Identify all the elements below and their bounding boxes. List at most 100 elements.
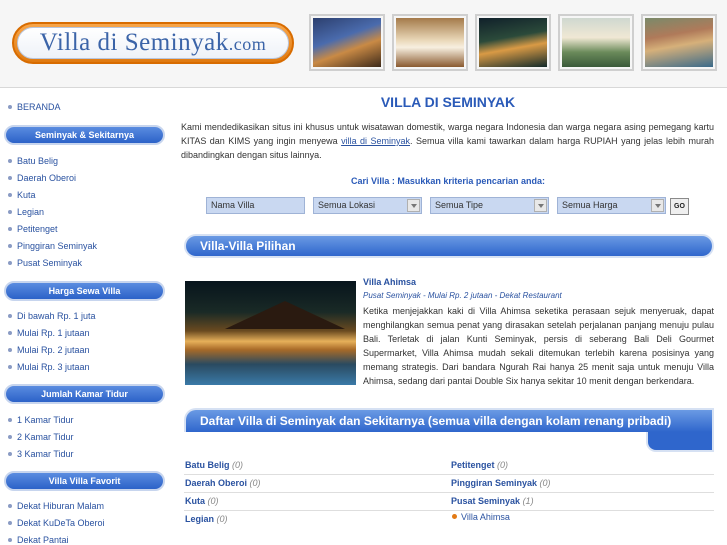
chevron-down-icon[interactable] xyxy=(534,199,547,212)
sidebar-item-pusat-seminyak[interactable]: Pusat Seminyak xyxy=(8,258,82,268)
search-title: Cari Villa : Masukkan kriteria pencarian… xyxy=(351,176,545,186)
go-button[interactable]: GO xyxy=(670,198,689,215)
sidebar-item-label: Pinggiran Seminyak xyxy=(17,241,98,251)
bullet-icon xyxy=(8,347,12,352)
living-area-photo xyxy=(558,14,634,71)
sidebar-heading-label: Jumlah Kamar Tidur xyxy=(41,389,128,399)
price-select[interactable]: Semua Harga xyxy=(557,197,666,214)
sidebar-item-under-1jt[interactable]: Di bawah Rp. 1 juta xyxy=(8,311,96,321)
bullet-icon xyxy=(8,209,12,214)
sidebar-item-label: Legian xyxy=(17,207,45,217)
bullet-icon xyxy=(8,243,12,248)
sidebar-item-3jt[interactable]: Mulai Rp. 3 jutaan xyxy=(8,362,90,372)
list-item-count: (0) xyxy=(249,478,261,488)
sidebar-heading-label: Harga Sewa Villa xyxy=(48,286,121,296)
sidebar-item-label: 2 Kamar Tidur xyxy=(17,432,74,442)
list-item-legian[interactable]: Legian (0) xyxy=(185,514,228,524)
sidebar-item-kuta[interactable]: Kuta xyxy=(8,190,36,200)
sidebar-heading-seminyak: Seminyak & Sekitarnya xyxy=(4,125,165,145)
list-subitem-label: Villa Ahimsa xyxy=(461,512,510,522)
list-item-label: Batu Belig xyxy=(185,460,230,470)
sidebar-item-label: Dekat Pantai xyxy=(17,535,69,545)
villa-list-heading-bar: Daftar Villa di Seminyak dan Sekitarnya … xyxy=(184,408,714,432)
logo-text: Villa di Seminyak.com xyxy=(40,29,266,57)
price-value: Semua Harga xyxy=(562,200,618,210)
bedroom-photo xyxy=(392,14,468,71)
featured-villas-heading: Villa-Villa Pilihan xyxy=(184,234,714,258)
intro-link[interactable]: villa di Seminyak xyxy=(341,136,410,146)
sidebar-item-label: BERANDA xyxy=(17,102,61,112)
sidebar-heading-favorit: Villa Villa Favorit xyxy=(4,471,165,491)
list-item-label: Petitenget xyxy=(451,460,495,470)
bullet-icon xyxy=(8,330,12,335)
list-item-label: Daerah Oberoi xyxy=(185,478,248,488)
logo-main-text: Villa di Seminyak xyxy=(39,29,229,56)
location-select[interactable]: Semua Lokasi xyxy=(313,197,422,214)
sidebar-item-daerah-oberoi[interactable]: Daerah Oberoi xyxy=(8,173,76,183)
list-item-pinggiran-seminyak[interactable]: Pinggiran Seminyak (0) xyxy=(451,478,551,488)
site-logo[interactable]: Villa di Seminyak.com xyxy=(12,22,294,64)
bullet-icon xyxy=(8,175,12,180)
sidebar-item-1jt[interactable]: Mulai Rp. 1 jutaan xyxy=(8,328,90,338)
type-select[interactable]: Semua Tipe xyxy=(430,197,549,214)
page-title: VILLA DI SEMINYAK xyxy=(380,94,516,110)
villa-ahimsa-photo[interactable] xyxy=(185,281,356,385)
list-subitem-villa-ahimsa[interactable]: Villa Ahimsa xyxy=(452,512,510,522)
list-item-count: (1) xyxy=(522,496,534,506)
sidebar-heading-harga: Harga Sewa Villa xyxy=(4,281,165,301)
list-item-kuta[interactable]: Kuta (0) xyxy=(185,496,219,506)
sidebar-item-label: Batu Belig xyxy=(17,156,59,166)
chevron-down-icon[interactable] xyxy=(407,199,420,212)
list-item-pusat-seminyak[interactable]: Pusat Seminyak (1) xyxy=(451,496,534,506)
main-content: VILLA DI SEMINYAK Kami mendedikasikan si… xyxy=(178,88,727,545)
villa-name-link[interactable]: Villa Ahimsa xyxy=(363,277,416,287)
divider xyxy=(184,492,714,493)
list-item-petitenget[interactable]: Petitenget (0) xyxy=(451,460,508,470)
list-item-count: (0) xyxy=(497,460,509,470)
sidebar-item-label: Dekat KuDeTa Oberoi xyxy=(17,518,105,528)
sidebar-item-dekat-pantai[interactable]: Dekat Pantai xyxy=(8,535,69,545)
sidebar-item-beranda[interactable]: BERANDA xyxy=(8,102,61,112)
sidebar-item-pinggiran-seminyak[interactable]: Pinggiran Seminyak xyxy=(8,241,97,251)
sidebar-item-label: Di bawah Rp. 1 juta xyxy=(17,311,96,321)
logo-inner: Villa di Seminyak.com xyxy=(17,27,289,59)
chevron-down-icon[interactable] xyxy=(651,199,664,212)
sidebar-item-legian[interactable]: Legian xyxy=(8,207,44,217)
sidebar-heading-kamar: Jumlah Kamar Tidur xyxy=(4,384,165,404)
type-value: Semua Tipe xyxy=(435,200,484,210)
bullet-icon xyxy=(8,226,12,231)
bullet-icon xyxy=(8,260,12,265)
sidebar-item-kudeta-oberoi[interactable]: Dekat KuDeTa Oberoi xyxy=(8,518,105,528)
list-item-label: Pinggiran Seminyak xyxy=(451,478,538,488)
list-item-count: (0) xyxy=(207,496,219,506)
list-item-count: (0) xyxy=(232,460,244,470)
bullet-icon xyxy=(8,503,12,508)
sidebar-item-label: Pusat Seminyak xyxy=(17,258,83,268)
list-item-daerah-oberoi[interactable]: Daerah Oberoi (0) xyxy=(185,478,261,488)
sidebar-item-label: Mulai Rp. 3 jutaan xyxy=(17,362,90,372)
bullet-icon xyxy=(8,104,12,109)
sidebar-heading-label: Villa Villa Favorit xyxy=(48,476,121,486)
sidebar-item-label: 3 Kamar Tidur xyxy=(17,449,74,459)
sidebar-item-label: Daerah Oberoi xyxy=(17,173,77,183)
villa-pool-night-photo xyxy=(309,14,385,71)
bullet-icon xyxy=(8,313,12,318)
villa-subtitle: Pusat Seminyak - Mulai Rp. 2 jutaan - De… xyxy=(363,291,562,300)
bullet-icon xyxy=(8,192,12,197)
list-item-label: Kuta xyxy=(185,496,205,506)
sidebar-item-petitenget[interactable]: Petitenget xyxy=(8,224,58,234)
bullet-icon xyxy=(452,514,457,520)
location-value: Semua Lokasi xyxy=(318,200,376,210)
list-item-batu-belig[interactable]: Batu Belig (0) xyxy=(185,460,243,470)
sidebar-item-2jt[interactable]: Mulai Rp. 2 jutaan xyxy=(8,345,90,355)
sidebar-item-1-kamar[interactable]: 1 Kamar Tidur xyxy=(8,415,74,425)
bullet-icon xyxy=(8,537,12,542)
sidebar-item-2-kamar[interactable]: 2 Kamar Tidur xyxy=(8,432,74,442)
list-item-label: Pusat Seminyak xyxy=(451,496,521,506)
villa-name-input[interactable]: Nama Villa xyxy=(206,197,305,214)
pool-evening-photo xyxy=(475,14,551,71)
sidebar-item-3-kamar[interactable]: 3 Kamar Tidur xyxy=(8,449,74,459)
sidebar-item-batu-belig[interactable]: Batu Belig xyxy=(8,156,58,166)
sidebar-heading-label: Seminyak & Sekitarnya xyxy=(34,130,135,140)
sidebar-item-hiburan-malam[interactable]: Dekat Hiburan Malam xyxy=(8,501,104,511)
